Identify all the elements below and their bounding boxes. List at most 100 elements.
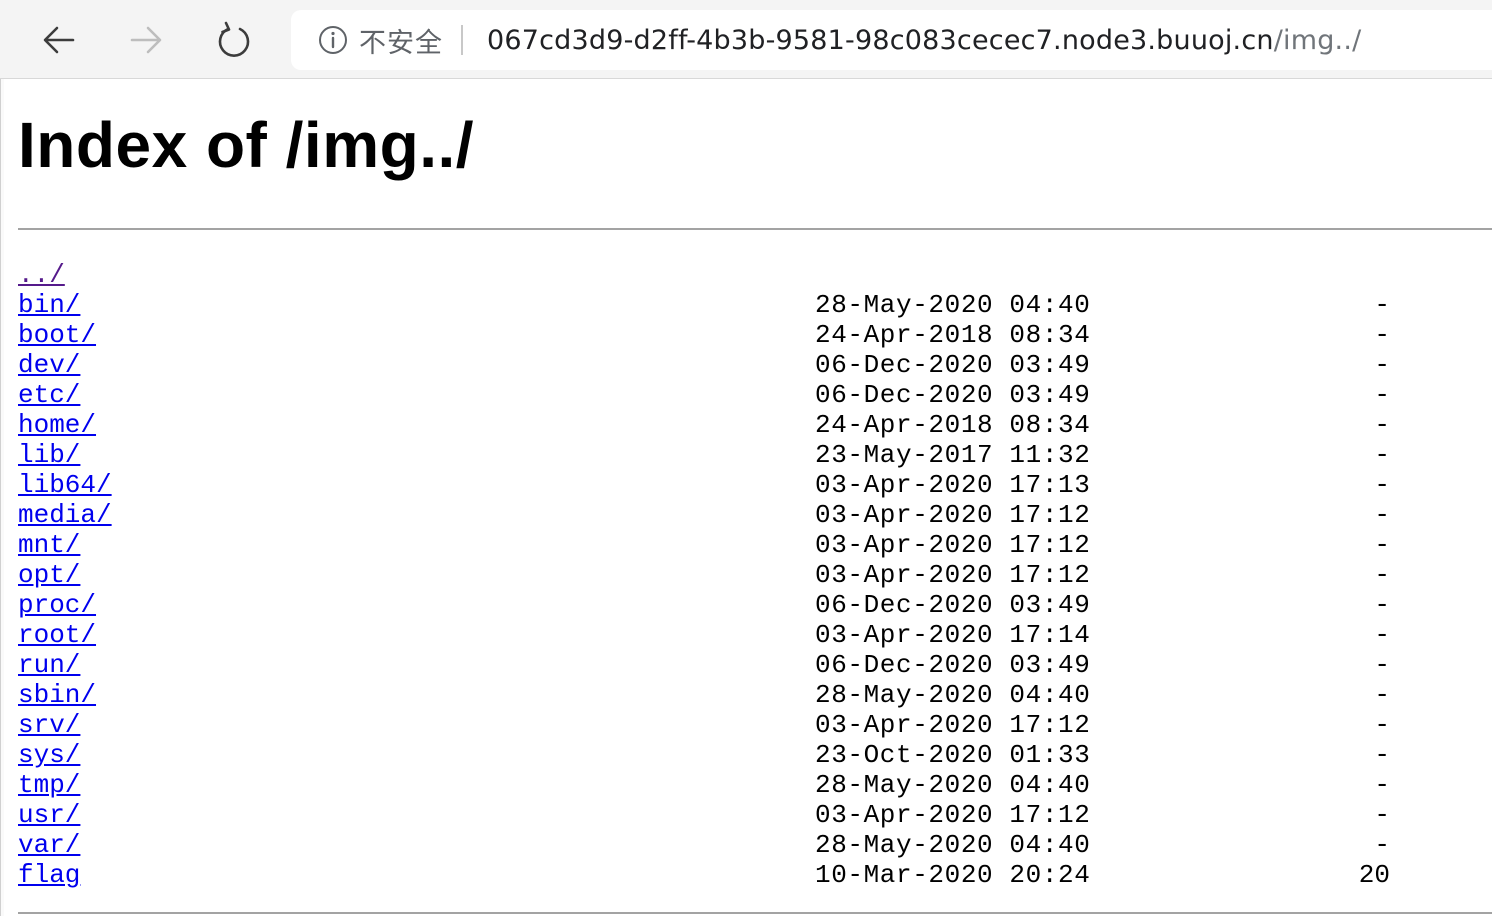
entry-size: - (1374, 380, 1390, 410)
list-item: etc/06-Dec-2020 03:49 - (18, 380, 1492, 410)
list-item: dev/06-Dec-2020 03:49 - (18, 350, 1492, 380)
entry-date: 03-Apr-2020 17:12 (815, 800, 1091, 830)
omnibox-divider (461, 25, 463, 55)
entry-date: 24-Apr-2018 08:34 (815, 410, 1091, 440)
entry-link[interactable]: tmp/ (18, 770, 80, 800)
list-item: lib64/03-Apr-2020 17:13 - (18, 470, 1492, 500)
entry-link[interactable]: home/ (18, 410, 96, 440)
entry-link[interactable]: etc/ (18, 380, 80, 410)
reload-icon (218, 21, 250, 57)
entry-size: - (1374, 650, 1390, 680)
entry-date: 03-Apr-2020 17:13 (815, 470, 1091, 500)
entry-link[interactable]: bin/ (18, 290, 80, 320)
arrow-left-icon (43, 26, 75, 54)
entry-date: 28-May-2020 04:40 (815, 830, 1091, 860)
entry-size: - (1374, 770, 1390, 800)
list-item: home/24-Apr-2018 08:34 - (18, 410, 1492, 440)
entry-link[interactable]: usr/ (18, 800, 80, 830)
top-divider (18, 228, 1492, 230)
entry-date: 28-May-2020 04:40 (815, 770, 1091, 800)
entry-size: - (1374, 500, 1390, 530)
entry-date: 24-Apr-2018 08:34 (815, 320, 1091, 350)
list-item: mnt/03-Apr-2020 17:12 - (18, 530, 1492, 560)
entry-date: 23-May-2017 11:32 (815, 440, 1091, 470)
directory-listing: ../bin/28-May-2020 04:40- boot/24-Apr-201… (18, 260, 1492, 890)
entry-date: 06-Dec-2020 03:49 (815, 650, 1091, 680)
entry-link[interactable]: opt/ (18, 560, 80, 590)
entry-link[interactable]: dev/ (18, 350, 80, 380)
list-item: opt/03-Apr-2020 17:12 - (18, 560, 1492, 590)
entry-size: - (1374, 710, 1390, 740)
forward-button[interactable] (122, 16, 170, 64)
entry-size: - (1374, 590, 1390, 620)
entry-date: 23-Oct-2020 01:33 (815, 740, 1091, 770)
list-item: media/03-Apr-2020 17:12 - (18, 500, 1492, 530)
entry-date: 03-Apr-2020 17:14 (815, 620, 1091, 650)
entry-date: 06-Dec-2020 03:49 (815, 380, 1091, 410)
entry-size: 20 (1358, 860, 1390, 890)
window-left-edge (0, 79, 4, 916)
entry-date: 28-May-2020 04:40 (815, 680, 1091, 710)
entry-link[interactable]: sbin/ (18, 680, 96, 710)
entry-link[interactable]: sys/ (18, 740, 80, 770)
entry-date: 10-Mar-2020 20:24 (815, 860, 1091, 890)
entry-link[interactable]: srv/ (18, 710, 80, 740)
entry-size: - (1374, 830, 1390, 860)
back-button[interactable] (35, 16, 83, 64)
entry-date: 03-Apr-2020 17:12 (815, 560, 1091, 590)
entry-size: - (1374, 740, 1390, 770)
list-item: lib/23-May-2017 11:32 - (18, 440, 1492, 470)
security-indicator[interactable]: 不安全 (359, 21, 443, 60)
entry-size: - (1374, 470, 1390, 500)
list-item: usr/03-Apr-2020 17:12 - (18, 800, 1492, 830)
entry-link[interactable]: run/ (18, 650, 80, 680)
entry-size: - (1374, 320, 1390, 350)
url-path: /img../ (1273, 24, 1362, 56)
entry-link[interactable]: mnt/ (18, 530, 80, 560)
list-item: bin/28-May-2020 04:40 - (18, 290, 1492, 320)
entry-date: 28-May-2020 04:40 (815, 290, 1091, 320)
entry-link[interactable]: media/ (18, 500, 112, 530)
entry-date: 06-Dec-2020 03:49 (815, 590, 1091, 620)
entry-size: - (1374, 680, 1390, 710)
entry-date: 03-Apr-2020 17:12 (815, 710, 1091, 740)
url-host: 067cd3d9-d2ff-4b3b-9581-98c083cecec7.nod… (487, 24, 1274, 56)
entry-date: 06-Dec-2020 03:49 (815, 350, 1091, 380)
list-item: root/03-Apr-2020 17:14 - (18, 620, 1492, 650)
entry-link[interactable]: boot/ (18, 320, 96, 350)
address-bar[interactable]: 不安全 067cd3d9-d2ff-4b3b-9581-98c083cecec7… (291, 10, 1492, 70)
entry-size: - (1374, 800, 1390, 830)
entry-link[interactable]: root/ (18, 620, 96, 650)
entry-size: - (1374, 620, 1390, 650)
browser-toolbar: 不安全 067cd3d9-d2ff-4b3b-9581-98c083cecec7… (0, 0, 1492, 79)
parent-directory-link[interactable]: ../ (18, 260, 65, 290)
list-item: sys/23-Oct-2020 01:33 - (18, 740, 1492, 770)
entry-link[interactable]: lib64/ (18, 470, 112, 500)
reload-button[interactable] (210, 16, 258, 64)
entry-date: 03-Apr-2020 17:12 (815, 500, 1091, 530)
list-item: boot/24-Apr-2018 08:34 - (18, 320, 1492, 350)
entry-link[interactable]: lib/ (18, 440, 80, 470)
list-item: srv/03-Apr-2020 17:12 - (18, 710, 1492, 740)
entry-size: - (1374, 410, 1390, 440)
entry-size: - (1374, 560, 1390, 590)
entry-date: 03-Apr-2020 17:12 (815, 530, 1091, 560)
entry-link[interactable]: flag (18, 860, 80, 890)
entry-size: - (1374, 440, 1390, 470)
bottom-divider (18, 912, 1492, 914)
entry-link[interactable]: proc/ (18, 590, 96, 620)
list-item: var/28-May-2020 04:40 - (18, 830, 1492, 860)
page-title: Index of /img../ (18, 109, 475, 181)
list-item: sbin/28-May-2020 04:40 - (18, 680, 1492, 710)
entry-size: - (1374, 530, 1390, 560)
arrow-right-icon (130, 26, 162, 54)
url-text[interactable]: 067cd3d9-d2ff-4b3b-9581-98c083cecec7.nod… (487, 25, 1361, 56)
entry-size: - (1374, 350, 1390, 380)
list-item: ../ (18, 260, 1492, 290)
list-item: proc/06-Dec-2020 03:49 - (18, 590, 1492, 620)
list-item: run/06-Dec-2020 03:49 - (18, 650, 1492, 680)
list-item: flag 10-Mar-2020 20:24 20 (18, 860, 1492, 890)
entry-link[interactable]: var/ (18, 830, 80, 860)
info-circle-icon[interactable] (317, 24, 349, 56)
entry-size: - (1374, 290, 1390, 320)
